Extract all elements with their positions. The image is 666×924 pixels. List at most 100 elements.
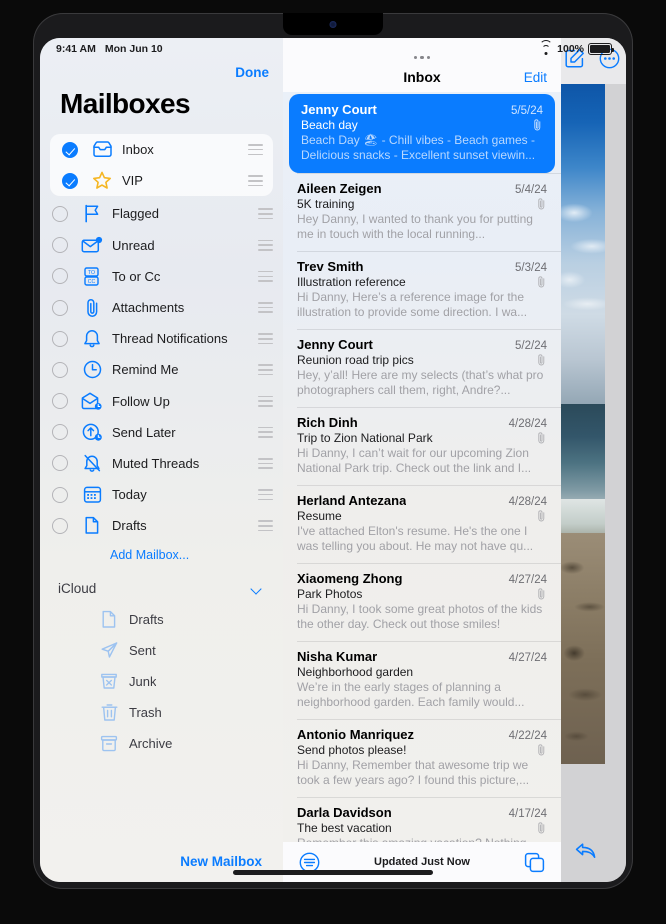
wifi-icon <box>539 39 553 55</box>
reorder-handle-icon[interactable] <box>248 144 263 156</box>
message-preview: Hi Danny, I can’t wait for our upcoming … <box>297 446 532 475</box>
status-bar-left: 9:41 AM Mon Jun 10 <box>56 43 163 55</box>
message-subject: Resume <box>297 509 342 523</box>
paperclip-icon <box>535 822 547 835</box>
sidebar-item-attachments[interactable]: Attachments <box>40 292 283 323</box>
message-date: 4/17/24 <box>508 808 547 820</box>
reorder-handle-icon[interactable] <box>258 270 273 282</box>
sidebar-item-icloud-drafts[interactable]: Drafts <box>40 603 283 634</box>
status-time: 9:41 AM <box>56 43 96 55</box>
account-header-icloud[interactable]: iCloud <box>40 571 283 603</box>
sidebar-item-label: VIP <box>122 173 143 189</box>
sidebar-item-muted-threads[interactable]: Muted Threads <box>40 448 283 479</box>
photo-sky-region <box>561 84 605 404</box>
sidebar-item-label: Unread <box>112 237 155 253</box>
sidebar-item-follow-up[interactable]: Follow Up <box>40 386 283 417</box>
message-subject: Illustration reference <box>297 275 406 289</box>
message-subject: Trip to Zion National Park <box>297 431 433 445</box>
sidebar-scroll-area[interactable]: Inbox VIP Flagged Unread TO CC To or Cc … <box>40 134 283 840</box>
checkbox-unchecked-icon[interactable] <box>52 424 68 441</box>
message-row[interactable]: Antonio Manriquez 4/22/24 Send photos pl… <box>283 719 561 797</box>
checkbox-unchecked-icon[interactable] <box>52 517 68 534</box>
sidebar-item-flagged[interactable]: Flagged <box>40 198 283 229</box>
checkbox-unchecked-icon[interactable] <box>52 361 68 378</box>
sidebar-item-thread-notifications[interactable]: Thread Notifications <box>40 323 283 354</box>
sidebar-item-label: Drafts <box>129 611 164 627</box>
message-list-header: Inbox Edit <box>283 62 561 92</box>
checkbox-checked-icon[interactable] <box>62 172 78 189</box>
message-preview: We’re in the early stages of planning a … <box>297 680 525 709</box>
message-list-pane: Inbox Edit Jenny Court 5/5/24 Beach day <box>283 38 561 882</box>
checkbox-unchecked-icon[interactable] <box>52 330 68 347</box>
home-indicator[interactable] <box>233 870 433 875</box>
reorder-handle-icon[interactable] <box>258 208 273 220</box>
new-mailbox-button[interactable]: New Mailbox <box>180 854 262 869</box>
multi-window-icon[interactable] <box>524 852 545 873</box>
checkbox-unchecked-icon[interactable] <box>52 393 68 410</box>
checkbox-unchecked-icon[interactable] <box>52 486 68 503</box>
sidebar-item-today[interactable]: Today <box>40 479 283 510</box>
sidebar-item-inbox[interactable]: Inbox <box>50 134 273 165</box>
message-row[interactable]: Aileen Zeigen 5/4/24 5K training Hey Dan… <box>283 173 561 251</box>
sidebar-bottom-toolbar: New Mailbox <box>40 840 283 882</box>
sidebar-item-unread[interactable]: Unread <box>40 230 283 261</box>
reorder-handle-icon[interactable] <box>258 520 273 532</box>
sidebar-item-remind-me[interactable]: Remind Me <box>40 354 283 385</box>
reorder-handle-icon[interactable] <box>258 333 273 345</box>
sidebar-item-vip[interactable]: VIP <box>50 165 273 196</box>
message-row[interactable]: Darla Davidson 4/17/24 The best vacation… <box>283 797 561 842</box>
message-preview: Hi Danny, I took some great photos of th… <box>297 602 543 631</box>
message-row[interactable]: Trev Smith 5/3/24 Illustration reference… <box>283 251 561 329</box>
paperclip-icon <box>535 432 547 445</box>
message-row[interactable]: Xiaomeng Zhong 4/27/24 Park Photos Hi Da… <box>283 563 561 641</box>
detail-toolbar <box>561 824 626 882</box>
sidebar-item-icloud-sent[interactable]: Sent <box>40 635 283 666</box>
reorder-handle-icon[interactable] <box>258 239 273 251</box>
to-or-cc-icon: TO CC <box>79 265 105 287</box>
reorder-handle-icon[interactable] <box>258 302 273 314</box>
bell-slash-icon <box>79 452 105 474</box>
sidebar-item-to-or-cc[interactable]: TO CC To or Cc <box>40 261 283 292</box>
message-row[interactable]: Herland Antezana 4/28/24 Resume I've att… <box>283 485 561 563</box>
message-list-scroll[interactable]: Jenny Court 5/5/24 Beach day Beach Day 🏖… <box>283 92 561 842</box>
sidebar-item-label: Junk <box>129 673 157 689</box>
message-row-selected[interactable]: Jenny Court 5/5/24 Beach day Beach Day 🏖… <box>289 94 555 173</box>
mailboxes-sidebar: Done Mailboxes Inbox VIP Flagged Unread … <box>40 38 283 882</box>
reorder-handle-icon[interactable] <box>248 175 263 187</box>
sidebar-item-icloud-archive[interactable]: Archive <box>40 728 283 759</box>
checkbox-unchecked-icon[interactable] <box>52 299 68 316</box>
message-sender: Jenny Court <box>301 102 377 117</box>
reorder-handle-icon[interactable] <box>258 364 273 376</box>
reorder-handle-icon[interactable] <box>258 457 273 469</box>
reply-arrow-icon[interactable] <box>574 841 598 866</box>
chevron-down-icon[interactable] <box>252 585 263 592</box>
sidebar-item-icloud-junk[interactable]: Junk <box>40 666 283 697</box>
message-row[interactable]: Nisha Kumar 4/27/24 Neighborhood garden … <box>283 641 561 719</box>
edit-button[interactable]: Edit <box>524 70 547 85</box>
message-date: 4/28/24 <box>508 418 547 430</box>
checkbox-unchecked-icon[interactable] <box>52 237 68 254</box>
done-button[interactable]: Done <box>235 65 269 80</box>
reorder-handle-icon[interactable] <box>258 489 273 501</box>
sidebar-item-icloud-trash[interactable]: Trash <box>40 697 283 728</box>
message-row[interactable]: Jenny Court 5/2/24 Reunion road trip pic… <box>283 329 561 407</box>
sidebar-item-label: Send Later <box>112 424 176 440</box>
reorder-handle-icon[interactable] <box>258 395 273 407</box>
checkbox-unchecked-icon[interactable] <box>52 268 68 285</box>
sidebar-item-drafts[interactable]: Drafts <box>40 510 283 541</box>
message-subject: Send photos please! <box>297 743 407 757</box>
message-preview: Hi Danny, Here’s a reference image for t… <box>297 290 528 319</box>
add-mailbox-button[interactable]: Add Mailbox... <box>40 541 283 571</box>
checkbox-unchecked-icon[interactable] <box>52 455 68 472</box>
sidebar-item-send-later[interactable]: Send Later <box>40 417 283 448</box>
checkbox-unchecked-icon[interactable] <box>52 205 68 222</box>
reorder-handle-icon[interactable] <box>258 426 273 438</box>
message-sender: Aileen Zeigen <box>297 181 382 196</box>
sidebar-item-label: Flagged <box>112 206 159 222</box>
checkbox-checked-icon[interactable] <box>62 141 78 158</box>
message-row[interactable]: Rich Dinh 4/28/24 Trip to Zion National … <box>283 407 561 485</box>
paper-plane-icon <box>96 639 122 661</box>
message-date: 4/22/24 <box>508 730 547 742</box>
selected-mailboxes-group: Inbox VIP <box>50 134 273 197</box>
flag-icon <box>79 203 105 225</box>
